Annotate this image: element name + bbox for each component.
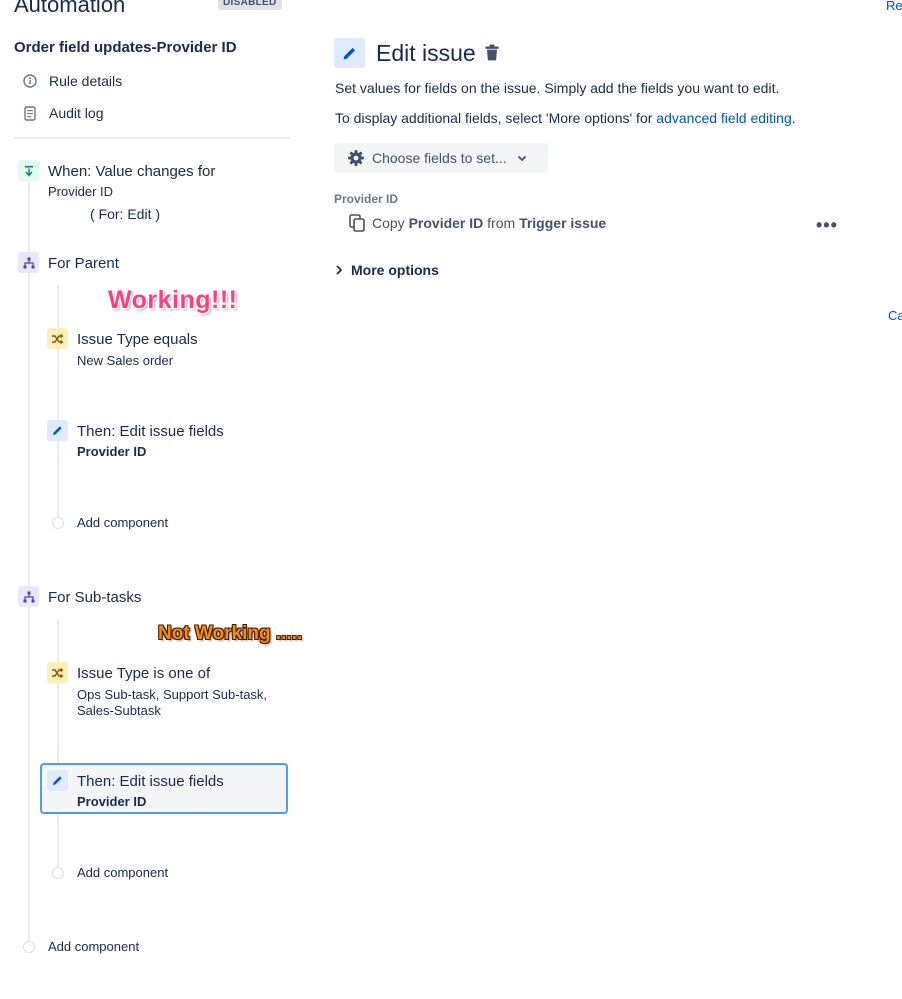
- sidebar-item-label: Audit log: [49, 105, 104, 121]
- status-badge: DISABLED: [218, 0, 282, 10]
- divider: [14, 137, 290, 139]
- flow-line-root: [28, 180, 30, 944]
- pencil-icon: [47, 420, 68, 441]
- cancel-link[interactable]: Ca: [888, 308, 902, 323]
- panel-description: Set values for fields on the issue. Simp…: [335, 80, 780, 96]
- condition-title[interactable]: Issue Type is one of: [77, 665, 210, 682]
- branch-icon: [18, 252, 39, 273]
- from-word: from: [487, 215, 516, 231]
- condition-value-line1: Ops Sub-task, Support Sub-task,: [77, 687, 268, 702]
- condition-title[interactable]: Issue Type equals: [77, 331, 198, 348]
- action-title[interactable]: Then: Edit issue fields: [77, 773, 224, 790]
- sidebar-item-audit-log[interactable]: Audit log: [22, 102, 103, 124]
- panel-description-2: To display additional fields, select 'Mo…: [335, 110, 796, 126]
- info-icon: [22, 73, 38, 89]
- panel-title: Edit issue: [376, 40, 476, 66]
- branch-for-subtasks[interactable]: For Sub-tasks: [48, 589, 141, 606]
- rule-name: Order field updates-Provider ID: [14, 39, 237, 56]
- copy-word: Copy: [372, 215, 405, 231]
- pencil-icon: [334, 38, 365, 68]
- annotation-not-working: Not Working .....: [158, 623, 303, 644]
- copy-field: Provider ID: [408, 215, 484, 231]
- more-options-label: More options: [351, 262, 439, 278]
- add-component-button[interactable]: Add component: [77, 865, 168, 880]
- action-title[interactable]: Then: Edit issue fields: [77, 423, 224, 440]
- more-options-toggle[interactable]: More options: [336, 262, 439, 278]
- document-icon: [22, 105, 38, 121]
- copy-source: Trigger issue: [519, 215, 607, 231]
- top-right-link[interactable]: Re: [886, 0, 902, 13]
- more-actions-icon[interactable]: •••: [816, 215, 838, 236]
- field-value-row[interactable]: Copy Provider ID from Trigger issue: [349, 214, 606, 232]
- trigger-title[interactable]: When: Value changes for: [48, 163, 215, 180]
- trigger-note: ( For: Edit ): [90, 206, 161, 222]
- condition-icon: [47, 328, 68, 349]
- branch-for-parent[interactable]: For Parent: [48, 255, 119, 272]
- description-end: .: [791, 110, 796, 126]
- add-dot: [23, 941, 35, 953]
- branch-icon: [18, 586, 39, 607]
- sidebar-item-label: Rule details: [49, 73, 123, 89]
- condition-value: New Sales order: [77, 353, 174, 368]
- description-text: To display additional fields, select 'Mo…: [335, 110, 657, 126]
- page-title: Automation: [14, 0, 126, 17]
- add-component-button-root[interactable]: Add component: [48, 939, 139, 954]
- add-dot: [52, 517, 64, 529]
- choose-fields-label: Choose fields to set...: [372, 150, 507, 166]
- trigger-icon: [18, 160, 39, 181]
- choose-fields-button[interactable]: Choose fields to set...: [334, 143, 548, 173]
- chevron-down-icon: [517, 155, 527, 162]
- copy-icon: [349, 214, 365, 232]
- action-field: Provider ID: [77, 794, 147, 809]
- trigger-field: Provider ID: [48, 184, 114, 199]
- condition-value-line2: Sales-Subtask: [77, 703, 161, 718]
- advanced-field-editing-link[interactable]: advanced field editing: [656, 110, 791, 126]
- action-field: Provider ID: [77, 444, 147, 459]
- add-component-button[interactable]: Add component: [77, 515, 168, 530]
- flow-line-parent: [57, 285, 59, 517]
- field-label-provider-id: Provider ID: [334, 192, 399, 206]
- gear-icon: [347, 149, 365, 167]
- annotation-working: Working!!!: [108, 286, 238, 314]
- pencil-icon: [47, 770, 68, 791]
- chevron-right-icon: [336, 265, 342, 275]
- sidebar-item-rule-details[interactable]: Rule details: [22, 70, 122, 92]
- add-dot: [52, 867, 64, 879]
- flow-line-subtask: [57, 619, 59, 867]
- condition-icon: [47, 662, 68, 683]
- trash-icon[interactable]: [484, 44, 500, 66]
